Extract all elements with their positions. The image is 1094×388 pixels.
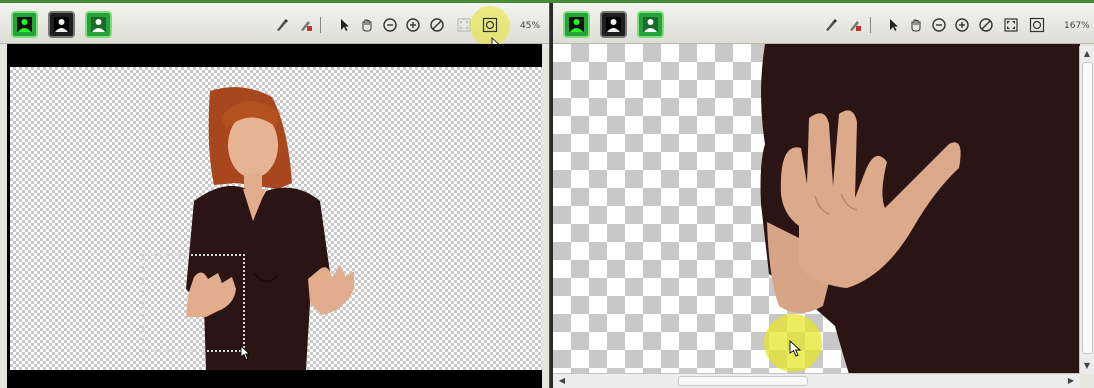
right-zoom-level: 167% [1064, 21, 1090, 31]
zoom-region-tool[interactable] [482, 17, 498, 33]
paint-brush-icon [277, 19, 288, 31]
composite-view-icon [643, 17, 658, 32]
scroll-up-arrow-icon[interactable]: ▲ [1080, 48, 1094, 60]
scroll-down-arrow-icon[interactable]: ▼ [1080, 360, 1094, 372]
fit-icon [1004, 18, 1018, 32]
composite-view-icon [91, 17, 106, 32]
fit-tool[interactable] [1003, 17, 1019, 33]
composite-view-button[interactable] [85, 11, 112, 38]
hand-pan-tool[interactable] [359, 17, 375, 33]
composite-view-button[interactable] [637, 11, 664, 38]
hand-pan-icon [362, 19, 372, 32]
zoom-region-tool[interactable] [1029, 17, 1045, 33]
foreground-view-button[interactable] [600, 11, 627, 38]
vertical-scroll-thumb[interactable] [1082, 62, 1093, 354]
right-canvas[interactable] [553, 44, 1080, 374]
horizontal-scroll-thumb[interactable] [678, 376, 808, 386]
toolbar-separator [870, 17, 871, 33]
right-viewer-panel: 167% ▲ ▼ ◀ ▶ [553, 3, 1094, 388]
zoom-region-icon [1029, 17, 1045, 33]
arrow-select-icon [890, 19, 898, 31]
paint-brush-tool[interactable] [274, 17, 290, 33]
zoomed-hand-and-shirt [760, 44, 1080, 374]
right-toolbar: 167% [553, 3, 1094, 44]
eraser-brush-tool[interactable] [298, 17, 314, 33]
zoom-out-icon [383, 18, 397, 32]
foreground-view-button[interactable] [48, 11, 75, 38]
zoom-in-tool[interactable] [954, 17, 970, 33]
eraser-brush-icon [850, 21, 861, 31]
no-zoom-tool[interactable] [978, 17, 994, 33]
no-zoom-icon [979, 18, 993, 32]
toolbar-separator [320, 17, 321, 33]
paint-brush-icon [826, 19, 837, 31]
woman-figure [186, 87, 354, 370]
arrow-select-tool[interactable] [885, 17, 901, 33]
scroll-left-arrow-icon[interactable]: ◀ [555, 375, 569, 387]
left-toolbar: 45% [0, 3, 549, 51]
matte-view-icon [17, 17, 32, 32]
zoom-in-icon [955, 18, 969, 32]
left-zoom-level: 45% [520, 21, 541, 31]
paint-brush-tool[interactable] [823, 17, 839, 33]
matte-view-button[interactable] [563, 11, 590, 38]
arrow-select-tool[interactable] [336, 17, 352, 33]
zoom-out-icon [932, 18, 946, 32]
hand-pan-tool[interactable] [908, 17, 924, 33]
matte-view-button[interactable] [11, 11, 38, 38]
zoom-out-tool[interactable] [382, 17, 398, 33]
mouse-cursor-icon [789, 340, 802, 357]
scroll-right-arrow-icon[interactable]: ▶ [1064, 375, 1078, 387]
left-viewer-panel: 45% [0, 3, 550, 388]
no-zoom-icon [430, 18, 444, 32]
left-canvas[interactable] [7, 44, 542, 388]
eraser-brush-tool[interactable] [847, 17, 863, 33]
zoom-in-tool[interactable] [405, 17, 421, 33]
eraser-brush-icon [301, 21, 312, 31]
vertical-scrollbar[interactable]: ▲ ▼ [1079, 46, 1094, 374]
foreground-view-icon [54, 17, 69, 32]
mouse-cursor-icon [240, 345, 251, 361]
zoom-out-tool[interactable] [931, 17, 947, 33]
matte-view-icon [569, 17, 584, 32]
horizontal-scrollbar[interactable]: ◀ ▶ [553, 373, 1080, 388]
hand-pan-icon [911, 19, 921, 32]
foreground-view-icon [606, 17, 621, 32]
no-zoom-tool[interactable] [429, 17, 445, 33]
zoom-in-icon [406, 18, 420, 32]
arrow-select-icon [341, 19, 349, 31]
zoom-region-icon [482, 17, 498, 33]
zoom-region-selection[interactable] [142, 254, 245, 352]
